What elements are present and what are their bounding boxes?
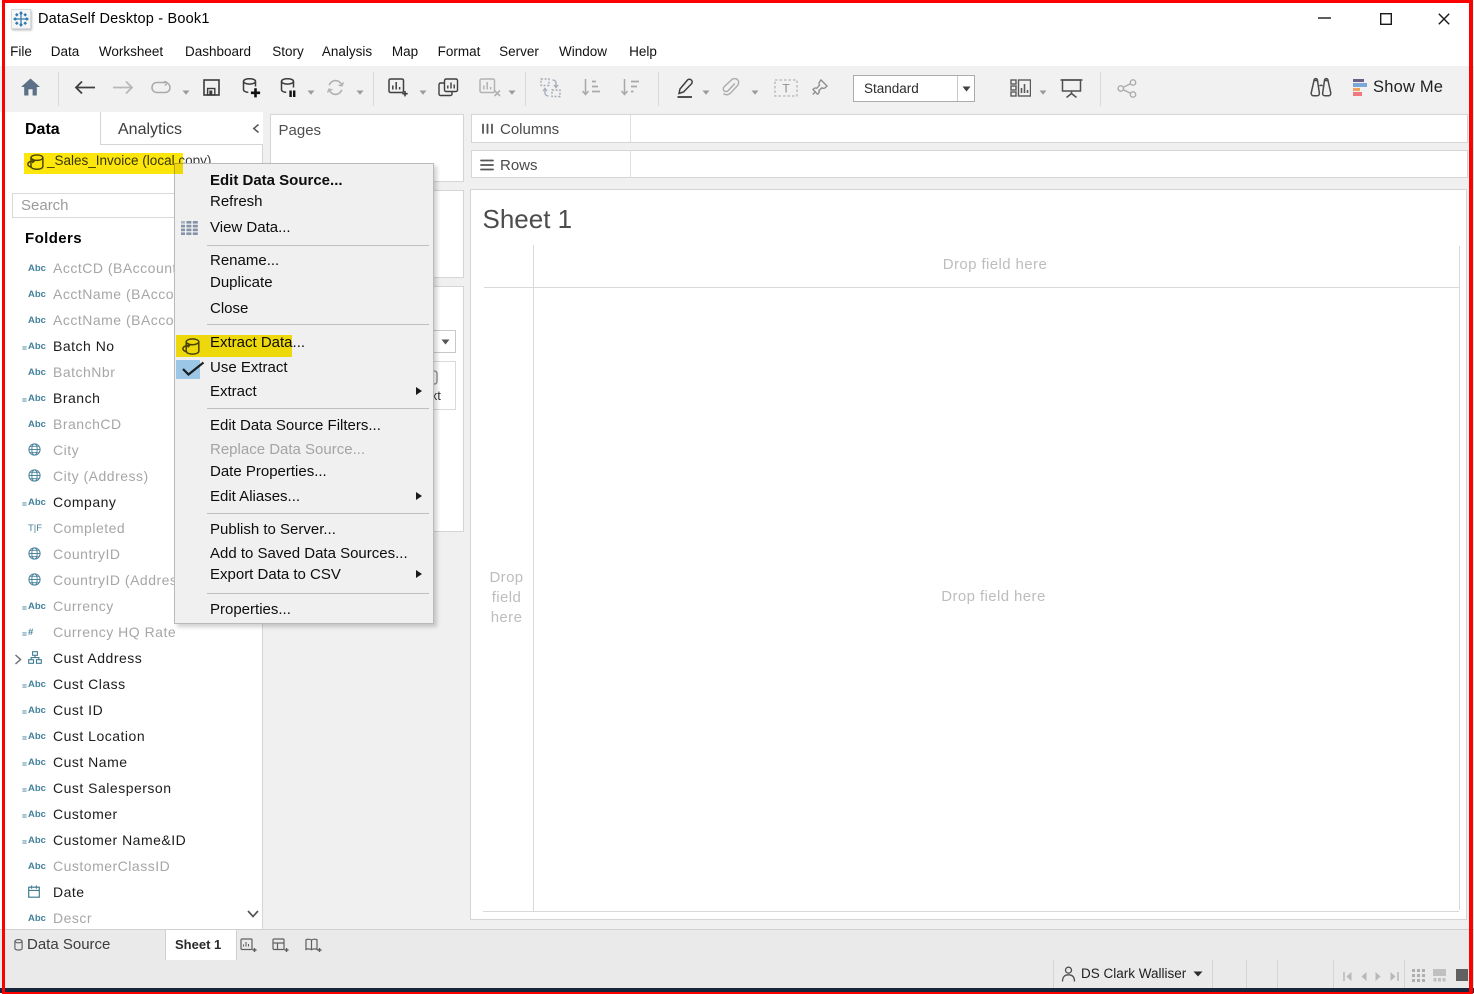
svg-text:T: T [782,82,790,96]
